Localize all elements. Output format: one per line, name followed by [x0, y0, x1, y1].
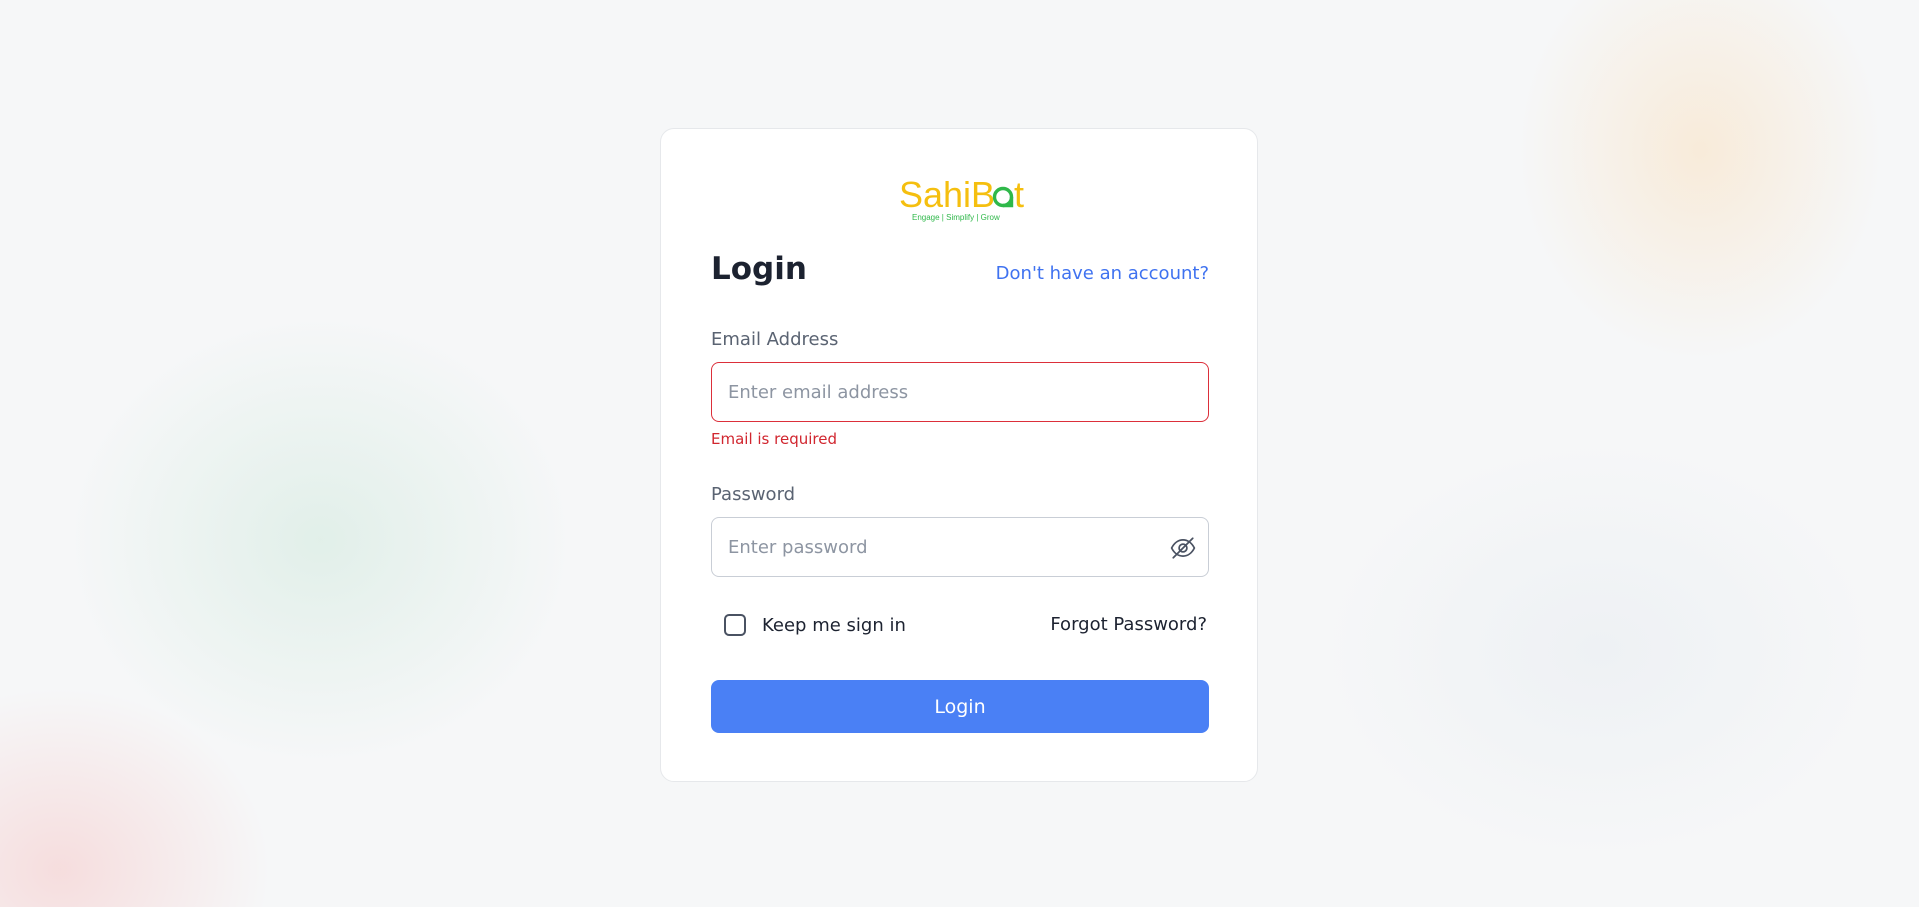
signup-link[interactable]: Don't have an account? — [996, 263, 1209, 285]
email-label: Email Address — [711, 329, 839, 350]
keep-signed-in-label: Keep me sign in — [762, 614, 906, 636]
keep-signed-in-checkbox[interactable] — [724, 614, 746, 636]
eye-slash-icon[interactable] — [1170, 535, 1196, 561]
login-button[interactable]: Login — [711, 680, 1209, 733]
email-error-message: Email is required — [711, 430, 837, 448]
svg-text:Engage | Simplify | Grow: Engage | Simplify | Grow — [912, 213, 1000, 222]
email-field-wrapper — [711, 362, 1209, 422]
page-title: Login — [711, 251, 807, 287]
svg-text:t: t — [1014, 174, 1024, 215]
password-label: Password — [711, 484, 796, 505]
heading-row: Login Don't have an account? — [711, 249, 1209, 289]
password-field-wrapper — [711, 517, 1209, 577]
forgot-password-link[interactable]: Forgot Password? — [1050, 614, 1207, 636]
password-input[interactable] — [728, 518, 1148, 576]
email-input[interactable] — [728, 363, 1148, 421]
keep-signed-in-option[interactable]: Keep me sign in — [724, 612, 906, 638]
login-card: Sahi B t Engage | Simplify | Grow Login … — [660, 128, 1258, 782]
sahibot-logo: Sahi B t Engage | Simplify | Grow — [899, 174, 1024, 222]
svg-text:Sahi: Sahi — [899, 174, 971, 215]
svg-text:B: B — [971, 174, 995, 215]
